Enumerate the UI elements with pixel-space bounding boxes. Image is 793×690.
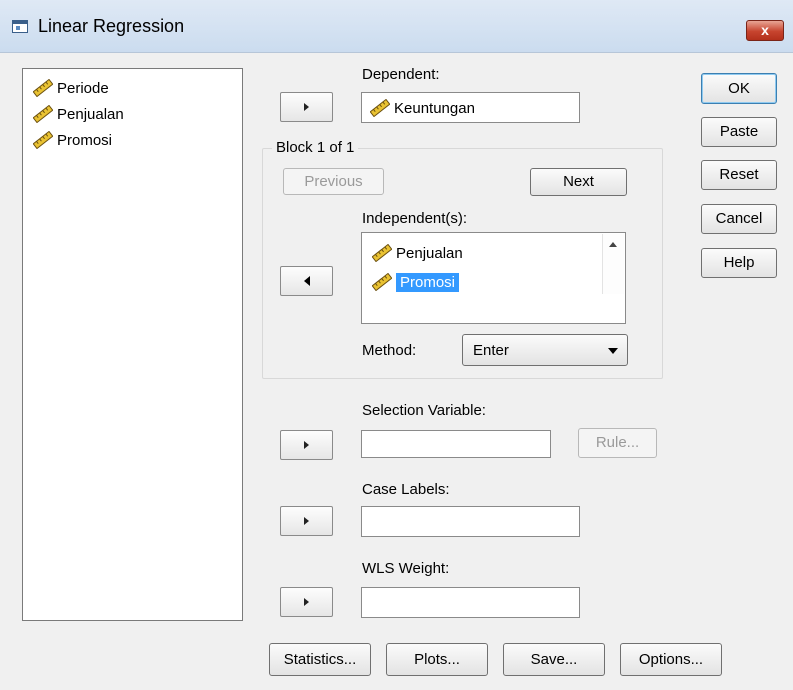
source-variable-list[interactable]: Periode Penjualan Promosi [22,68,243,621]
save-button[interactable]: Save... [503,643,605,676]
independents-label: Independent(s): [362,210,468,227]
wls-weight-label: WLS Weight: [362,560,450,577]
dependent-variable[interactable]: Keuntungan [370,97,475,119]
help-button[interactable]: Help [701,248,777,278]
source-variable-label: Penjualan [57,105,124,123]
move-from-independents-button[interactable] [280,266,333,296]
ok-button[interactable]: OK [701,73,777,104]
move-to-case-labels-button[interactable] [280,506,333,536]
next-button[interactable]: Next [530,168,627,196]
statistics-button[interactable]: Statistics... [269,643,371,676]
scroll-up-arrow-icon[interactable] [609,242,617,247]
dependent-label: Dependent: [362,66,440,83]
previous-button[interactable]: Previous [283,168,384,195]
ruler-icon [370,99,390,117]
block-label: Block 1 of 1 [272,139,359,156]
independents-list[interactable]: Penjualan Promosi [361,232,626,324]
ruler-icon [372,273,392,291]
source-variable-label: Promosi [57,131,113,149]
chevron-down-icon [608,348,618,354]
source-variable-periode[interactable]: Periode [33,77,109,99]
move-to-wls-weight-button[interactable] [280,587,333,617]
app-window-icon [12,20,28,33]
move-to-dependent-button[interactable] [280,92,333,122]
source-variable-label: Periode [57,79,109,97]
arrow-right-icon [304,441,309,449]
move-to-selection-variable-button[interactable] [280,430,333,460]
method-value: Enter [473,342,509,359]
method-label: Method: [362,342,417,359]
dependent-value: Keuntungan [394,99,475,117]
options-button[interactable]: Options... [620,643,722,676]
ruler-icon [372,244,392,262]
paste-button[interactable]: Paste [701,117,777,147]
ruler-icon [33,105,53,123]
close-button[interactable]: x [746,20,784,41]
independent-item-penjualan[interactable]: Penjualan [372,241,463,265]
reset-button[interactable]: Reset [701,160,777,190]
independent-item-promosi[interactable]: Promosi [372,270,460,294]
ruler-icon [33,131,53,149]
independent-label: Penjualan [396,244,463,262]
arrow-right-icon [304,103,309,111]
window-title: Linear Regression [38,16,185,36]
arrow-right-icon [304,598,309,606]
plots-button[interactable]: Plots... [386,643,488,676]
case-labels-label: Case Labels: [362,481,450,498]
title-bar: Linear Regression x [0,0,793,53]
source-variable-promosi[interactable]: Promosi [33,129,112,151]
cancel-button[interactable]: Cancel [701,204,777,234]
selection-variable-field[interactable] [361,430,551,458]
source-variable-penjualan[interactable]: Penjualan [33,103,124,125]
case-labels-field[interactable] [361,506,580,537]
ruler-icon [33,79,53,97]
list-scrollbar[interactable] [602,234,624,294]
arrow-left-icon [303,276,310,286]
rule-button[interactable]: Rule... [578,428,657,458]
method-dropdown[interactable]: Enter [462,334,628,366]
wls-weight-field[interactable] [361,587,580,618]
independent-label: Promosi [396,272,460,292]
dependent-field[interactable]: Keuntungan [361,92,580,123]
selection-variable-label: Selection Variable: [362,402,486,419]
arrow-right-icon [304,517,309,525]
